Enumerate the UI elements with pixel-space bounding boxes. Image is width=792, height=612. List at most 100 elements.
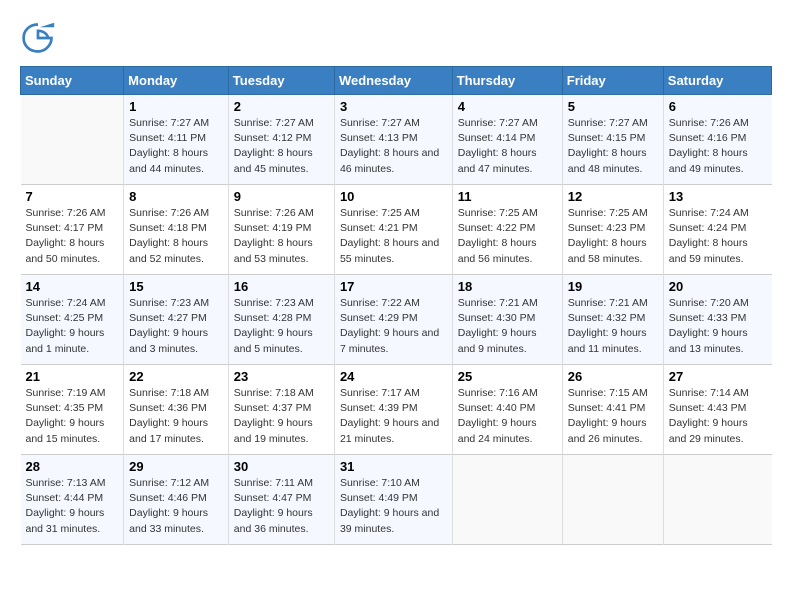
calendar-cell: 13 Sunrise: 7:24 AM Sunset: 4:24 PM Dayl…: [663, 185, 771, 275]
day-number: 2: [234, 99, 329, 114]
column-header-friday: Friday: [562, 67, 663, 95]
calendar-cell: 20 Sunrise: 7:20 AM Sunset: 4:33 PM Dayl…: [663, 275, 771, 365]
calendar-cell: 14 Sunrise: 7:24 AM Sunset: 4:25 PM Dayl…: [21, 275, 124, 365]
day-info: Sunrise: 7:11 AM Sunset: 4:47 PM Dayligh…: [234, 476, 329, 537]
day-number: 28: [26, 459, 119, 474]
day-info: Sunrise: 7:21 AM Sunset: 4:30 PM Dayligh…: [458, 296, 557, 357]
column-header-saturday: Saturday: [663, 67, 771, 95]
day-info: Sunrise: 7:26 AM Sunset: 4:17 PM Dayligh…: [26, 206, 119, 267]
calendar-cell: 27 Sunrise: 7:14 AM Sunset: 4:43 PM Dayl…: [663, 365, 771, 455]
calendar-cell: 1 Sunrise: 7:27 AM Sunset: 4:11 PM Dayli…: [124, 95, 229, 185]
day-info: Sunrise: 7:26 AM Sunset: 4:16 PM Dayligh…: [669, 116, 767, 177]
calendar-cell: 10 Sunrise: 7:25 AM Sunset: 4:21 PM Dayl…: [334, 185, 452, 275]
column-header-monday: Monday: [124, 67, 229, 95]
calendar-cell: [562, 455, 663, 545]
calendar-cell: 17 Sunrise: 7:22 AM Sunset: 4:29 PM Dayl…: [334, 275, 452, 365]
calendar-cell: [663, 455, 771, 545]
day-info: Sunrise: 7:10 AM Sunset: 4:49 PM Dayligh…: [340, 476, 447, 537]
calendar-cell: 18 Sunrise: 7:21 AM Sunset: 4:30 PM Dayl…: [452, 275, 562, 365]
calendar-cell: 4 Sunrise: 7:27 AM Sunset: 4:14 PM Dayli…: [452, 95, 562, 185]
day-info: Sunrise: 7:23 AM Sunset: 4:27 PM Dayligh…: [129, 296, 223, 357]
day-number: 10: [340, 189, 447, 204]
calendar-cell: 12 Sunrise: 7:25 AM Sunset: 4:23 PM Dayl…: [562, 185, 663, 275]
day-number: 27: [669, 369, 767, 384]
day-number: 15: [129, 279, 223, 294]
day-info: Sunrise: 7:24 AM Sunset: 4:24 PM Dayligh…: [669, 206, 767, 267]
day-info: Sunrise: 7:21 AM Sunset: 4:32 PM Dayligh…: [568, 296, 658, 357]
calendar-cell: 6 Sunrise: 7:26 AM Sunset: 4:16 PM Dayli…: [663, 95, 771, 185]
calendar-week-row: 7 Sunrise: 7:26 AM Sunset: 4:17 PM Dayli…: [21, 185, 772, 275]
day-info: Sunrise: 7:23 AM Sunset: 4:28 PM Dayligh…: [234, 296, 329, 357]
column-header-thursday: Thursday: [452, 67, 562, 95]
day-info: Sunrise: 7:24 AM Sunset: 4:25 PM Dayligh…: [26, 296, 119, 357]
calendar-cell: 22 Sunrise: 7:18 AM Sunset: 4:36 PM Dayl…: [124, 365, 229, 455]
calendar-week-row: 21 Sunrise: 7:19 AM Sunset: 4:35 PM Dayl…: [21, 365, 772, 455]
calendar-cell: 7 Sunrise: 7:26 AM Sunset: 4:17 PM Dayli…: [21, 185, 124, 275]
calendar-cell: 8 Sunrise: 7:26 AM Sunset: 4:18 PM Dayli…: [124, 185, 229, 275]
day-number: 6: [669, 99, 767, 114]
day-info: Sunrise: 7:25 AM Sunset: 4:22 PM Dayligh…: [458, 206, 557, 267]
day-number: 1: [129, 99, 223, 114]
day-number: 14: [26, 279, 119, 294]
day-info: Sunrise: 7:19 AM Sunset: 4:35 PM Dayligh…: [26, 386, 119, 447]
calendar-cell: 11 Sunrise: 7:25 AM Sunset: 4:22 PM Dayl…: [452, 185, 562, 275]
day-info: Sunrise: 7:18 AM Sunset: 4:37 PM Dayligh…: [234, 386, 329, 447]
day-info: Sunrise: 7:27 AM Sunset: 4:12 PM Dayligh…: [234, 116, 329, 177]
calendar-cell: [21, 95, 124, 185]
day-number: 25: [458, 369, 557, 384]
day-info: Sunrise: 7:18 AM Sunset: 4:36 PM Dayligh…: [129, 386, 223, 447]
day-info: Sunrise: 7:27 AM Sunset: 4:11 PM Dayligh…: [129, 116, 223, 177]
day-info: Sunrise: 7:22 AM Sunset: 4:29 PM Dayligh…: [340, 296, 447, 357]
calendar-cell: 24 Sunrise: 7:17 AM Sunset: 4:39 PM Dayl…: [334, 365, 452, 455]
calendar-cell: 21 Sunrise: 7:19 AM Sunset: 4:35 PM Dayl…: [21, 365, 124, 455]
day-number: 30: [234, 459, 329, 474]
day-number: 8: [129, 189, 223, 204]
calendar-cell: 26 Sunrise: 7:15 AM Sunset: 4:41 PM Dayl…: [562, 365, 663, 455]
day-number: 4: [458, 99, 557, 114]
calendar-cell: 28 Sunrise: 7:13 AM Sunset: 4:44 PM Dayl…: [21, 455, 124, 545]
calendar-cell: 16 Sunrise: 7:23 AM Sunset: 4:28 PM Dayl…: [228, 275, 334, 365]
calendar-header-row: SundayMondayTuesdayWednesdayThursdayFrid…: [21, 67, 772, 95]
day-info: Sunrise: 7:26 AM Sunset: 4:19 PM Dayligh…: [234, 206, 329, 267]
day-info: Sunrise: 7:26 AM Sunset: 4:18 PM Dayligh…: [129, 206, 223, 267]
day-number: 31: [340, 459, 447, 474]
day-number: 3: [340, 99, 447, 114]
calendar-week-row: 14 Sunrise: 7:24 AM Sunset: 4:25 PM Dayl…: [21, 275, 772, 365]
day-info: Sunrise: 7:16 AM Sunset: 4:40 PM Dayligh…: [458, 386, 557, 447]
day-info: Sunrise: 7:15 AM Sunset: 4:41 PM Dayligh…: [568, 386, 658, 447]
day-number: 22: [129, 369, 223, 384]
day-number: 19: [568, 279, 658, 294]
day-number: 21: [26, 369, 119, 384]
day-number: 13: [669, 189, 767, 204]
day-info: Sunrise: 7:20 AM Sunset: 4:33 PM Dayligh…: [669, 296, 767, 357]
calendar-cell: [452, 455, 562, 545]
calendar-cell: 23 Sunrise: 7:18 AM Sunset: 4:37 PM Dayl…: [228, 365, 334, 455]
day-number: 23: [234, 369, 329, 384]
day-info: Sunrise: 7:27 AM Sunset: 4:15 PM Dayligh…: [568, 116, 658, 177]
day-number: 12: [568, 189, 658, 204]
calendar-cell: 9 Sunrise: 7:26 AM Sunset: 4:19 PM Dayli…: [228, 185, 334, 275]
day-number: 18: [458, 279, 557, 294]
calendar-table: SundayMondayTuesdayWednesdayThursdayFrid…: [20, 66, 772, 545]
page-header: [20, 20, 772, 56]
calendar-cell: 15 Sunrise: 7:23 AM Sunset: 4:27 PM Dayl…: [124, 275, 229, 365]
day-info: Sunrise: 7:25 AM Sunset: 4:23 PM Dayligh…: [568, 206, 658, 267]
day-info: Sunrise: 7:25 AM Sunset: 4:21 PM Dayligh…: [340, 206, 447, 267]
day-info: Sunrise: 7:12 AM Sunset: 4:46 PM Dayligh…: [129, 476, 223, 537]
calendar-week-row: 28 Sunrise: 7:13 AM Sunset: 4:44 PM Dayl…: [21, 455, 772, 545]
day-info: Sunrise: 7:27 AM Sunset: 4:14 PM Dayligh…: [458, 116, 557, 177]
calendar-cell: 19 Sunrise: 7:21 AM Sunset: 4:32 PM Dayl…: [562, 275, 663, 365]
day-info: Sunrise: 7:14 AM Sunset: 4:43 PM Dayligh…: [669, 386, 767, 447]
calendar-cell: 5 Sunrise: 7:27 AM Sunset: 4:15 PM Dayli…: [562, 95, 663, 185]
calendar-cell: 3 Sunrise: 7:27 AM Sunset: 4:13 PM Dayli…: [334, 95, 452, 185]
day-number: 29: [129, 459, 223, 474]
column-header-tuesday: Tuesday: [228, 67, 334, 95]
calendar-cell: 29 Sunrise: 7:12 AM Sunset: 4:46 PM Dayl…: [124, 455, 229, 545]
day-number: 5: [568, 99, 658, 114]
day-info: Sunrise: 7:17 AM Sunset: 4:39 PM Dayligh…: [340, 386, 447, 447]
column-header-wednesday: Wednesday: [334, 67, 452, 95]
calendar-week-row: 1 Sunrise: 7:27 AM Sunset: 4:11 PM Dayli…: [21, 95, 772, 185]
day-number: 16: [234, 279, 329, 294]
day-info: Sunrise: 7:27 AM Sunset: 4:13 PM Dayligh…: [340, 116, 447, 177]
calendar-cell: 25 Sunrise: 7:16 AM Sunset: 4:40 PM Dayl…: [452, 365, 562, 455]
